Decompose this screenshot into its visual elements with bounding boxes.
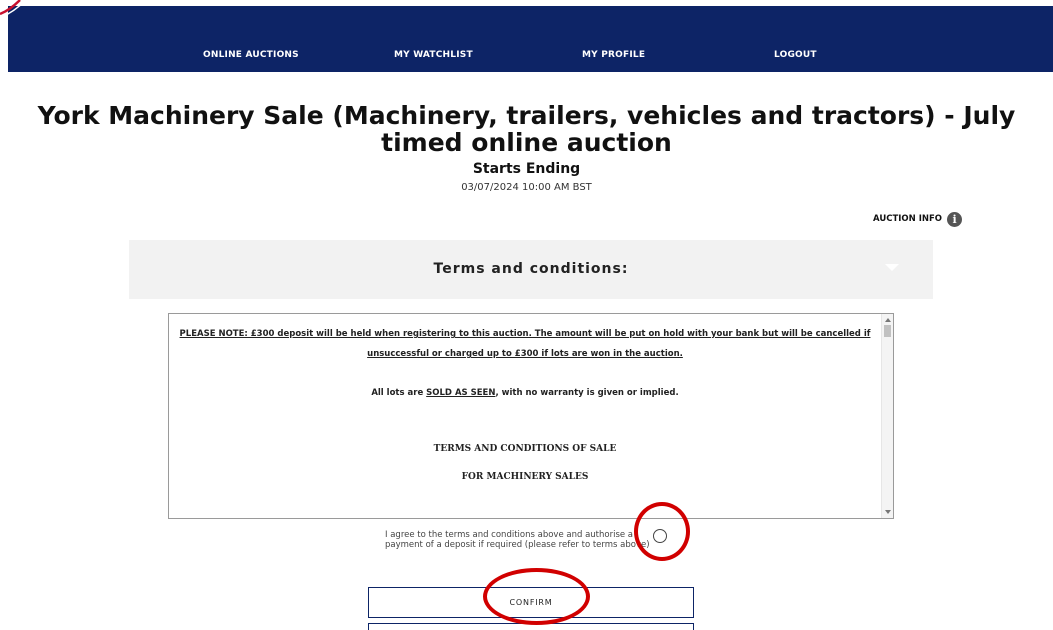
agree-terms-label: I agree to the terms and conditions abov… xyxy=(385,530,650,550)
scroll-thumb[interactable] xyxy=(884,325,891,337)
sold-emphasis: SOLD AS SEEN xyxy=(426,388,496,398)
info-icon: i xyxy=(947,211,963,227)
sold-as-seen-text: All lots are SOLD AS SEEN, with no warra… xyxy=(169,388,881,398)
terms-scroll-box[interactable]: PLEASE NOTE: £300 deposit will be held w… xyxy=(168,313,894,519)
page: ONLINE AUCTIONS MY WATCHLIST MY PROFILE … xyxy=(0,0,1053,630)
nav-logout[interactable]: LOGOUT xyxy=(774,50,817,60)
top-nav-bar: ONLINE AUCTIONS MY WATCHLIST MY PROFILE … xyxy=(8,6,1053,72)
deposit-note: PLEASE NOTE: £300 deposit will be held w… xyxy=(179,329,871,359)
auction-info-link[interactable]: AUCTION INFO i xyxy=(873,210,963,228)
annotation-circle-radio xyxy=(634,502,690,561)
auction-status: Starts Ending xyxy=(472,161,581,177)
terms-scrollbar[interactable] xyxy=(881,314,893,518)
tc-title: TERMS AND CONDITIONS OF SALE xyxy=(433,444,617,454)
annotation-circle-confirm xyxy=(483,568,590,625)
terms-heading: Terms and conditions: xyxy=(433,261,629,277)
auction-title: York Machinery Sale (Machinery, trailers… xyxy=(37,101,1016,157)
chevron-down-icon xyxy=(885,264,899,271)
nav-my-watchlist[interactable]: MY WATCHLIST xyxy=(394,50,473,60)
scroll-up-icon[interactable] xyxy=(885,318,891,322)
terms-accordion-header[interactable]: Terms and conditions: xyxy=(129,240,933,299)
scroll-down-icon[interactable] xyxy=(885,510,891,514)
nav-my-profile[interactable]: MY PROFILE xyxy=(582,50,645,60)
nav-online-auctions[interactable]: ONLINE AUCTIONS xyxy=(203,50,299,60)
logo-corner-icon xyxy=(0,0,27,19)
auction-info-label: AUCTION INFO xyxy=(873,214,943,224)
sold-suffix: , with no warranty is given or implied. xyxy=(495,388,679,398)
auction-date: 03/07/2024 10:00 AM BST xyxy=(461,182,592,193)
sold-prefix: All lots are xyxy=(371,388,427,398)
tc-subtitle: FOR MACHINERY SALES xyxy=(461,472,589,482)
